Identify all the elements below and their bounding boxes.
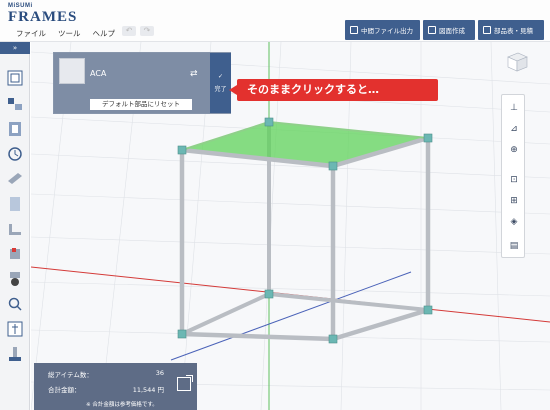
frame-front-edges	[179, 135, 431, 342]
drawing-button[interactable]: 図面作成	[423, 20, 475, 40]
part-panel-body: ACA ⇄ デフォルト部品にリセット	[54, 53, 210, 113]
undo-icon[interactable]: ↶	[122, 26, 136, 36]
export-label: 中間ファイル出力	[361, 27, 413, 35]
part-panel: ACA ⇄ デフォルト部品にリセット ✓ 完了	[53, 52, 231, 114]
logo-product: FRAMES	[8, 9, 78, 25]
reset-default-button[interactable]: デフォルト部品にリセット	[90, 99, 192, 110]
panel-icon[interactable]	[7, 196, 23, 212]
profile-icon[interactable]	[7, 121, 23, 137]
part-thumbnail	[59, 58, 85, 84]
menu-tools[interactable]: ツール	[58, 28, 81, 39]
swap-icon[interactable]: ⇄	[190, 69, 198, 79]
frame-catalog-icon[interactable]	[7, 70, 23, 86]
instruction-callout: そのままクリックすると…	[229, 79, 438, 101]
left-sidebar: »	[0, 42, 30, 410]
bracket-icon[interactable]	[7, 221, 23, 237]
iso-view-icon[interactable]: ◈	[507, 215, 521, 229]
menu-help[interactable]: ヘルプ	[93, 28, 116, 39]
joint-icon[interactable]	[7, 246, 23, 262]
summary-panel: 総アイテム数： 36 合計金額： 11,544 円 ※ 合計金額は参考価格です。	[34, 363, 197, 410]
drawing-label: 図面作成	[439, 27, 465, 35]
menu-file[interactable]: ファイル	[16, 28, 46, 39]
drawing-icon	[428, 26, 436, 34]
redo-icon[interactable]: ↷	[140, 26, 154, 36]
assembly-icon[interactable]	[7, 96, 23, 112]
selected-top-face[interactable]	[182, 122, 428, 166]
total-label: 合計金額：	[48, 386, 81, 394]
zoom-icon[interactable]: ⊕	[507, 143, 521, 157]
view-toolbar: ⊥ ⊿ ⊕ ⊡ ⊞ ◈ ▤	[501, 94, 525, 258]
search-icon[interactable]	[7, 296, 23, 312]
app-header: MiSUMi FRAMES ファイル ツール ヘルプ ↶ ↷ 中間ファイル出力 …	[0, 0, 550, 42]
export-icon	[350, 26, 358, 34]
align-icon[interactable]: ⊥	[507, 101, 521, 115]
total-value: 11,544 円	[132, 386, 164, 394]
bom-label: 部品表・見積	[494, 27, 533, 35]
cart-icon	[483, 26, 491, 34]
open-external-icon[interactable]	[177, 375, 193, 391]
done-label: 完了	[214, 86, 227, 93]
fit-icon[interactable]: ⊡	[507, 173, 521, 187]
history-icon[interactable]	[7, 146, 23, 162]
items-value: 36	[155, 369, 164, 377]
layers-icon[interactable]: ▤	[507, 239, 521, 253]
check-icon: ✓	[217, 73, 224, 80]
app-logo: MiSUMi FRAMES	[8, 3, 77, 25]
done-button[interactable]: ✓ 完了	[210, 53, 231, 113]
part-name: ACA	[90, 69, 107, 78]
adjuster-icon[interactable]	[7, 346, 23, 362]
undo-redo-group: ↶ ↷	[122, 26, 154, 36]
caster-icon[interactable]	[7, 271, 23, 287]
measure-icon[interactable]	[7, 321, 23, 337]
sidebar-toggle[interactable]: »	[0, 42, 30, 54]
export-button[interactable]: 中間ファイル出力	[345, 20, 420, 40]
fit-all-icon[interactable]: ⊞	[507, 194, 521, 208]
view-cube-icon[interactable]	[505, 50, 529, 72]
bom-button[interactable]: 部品表・見積	[478, 20, 544, 40]
section-icon[interactable]: ⊿	[507, 122, 521, 136]
menu-bar: ファイル ツール ヘルプ	[16, 28, 115, 39]
price-note: ※ 合計金額は参考価格です。	[86, 402, 158, 408]
beam-icon[interactable]	[7, 171, 23, 187]
items-label: 総アイテム数：	[48, 371, 93, 379]
